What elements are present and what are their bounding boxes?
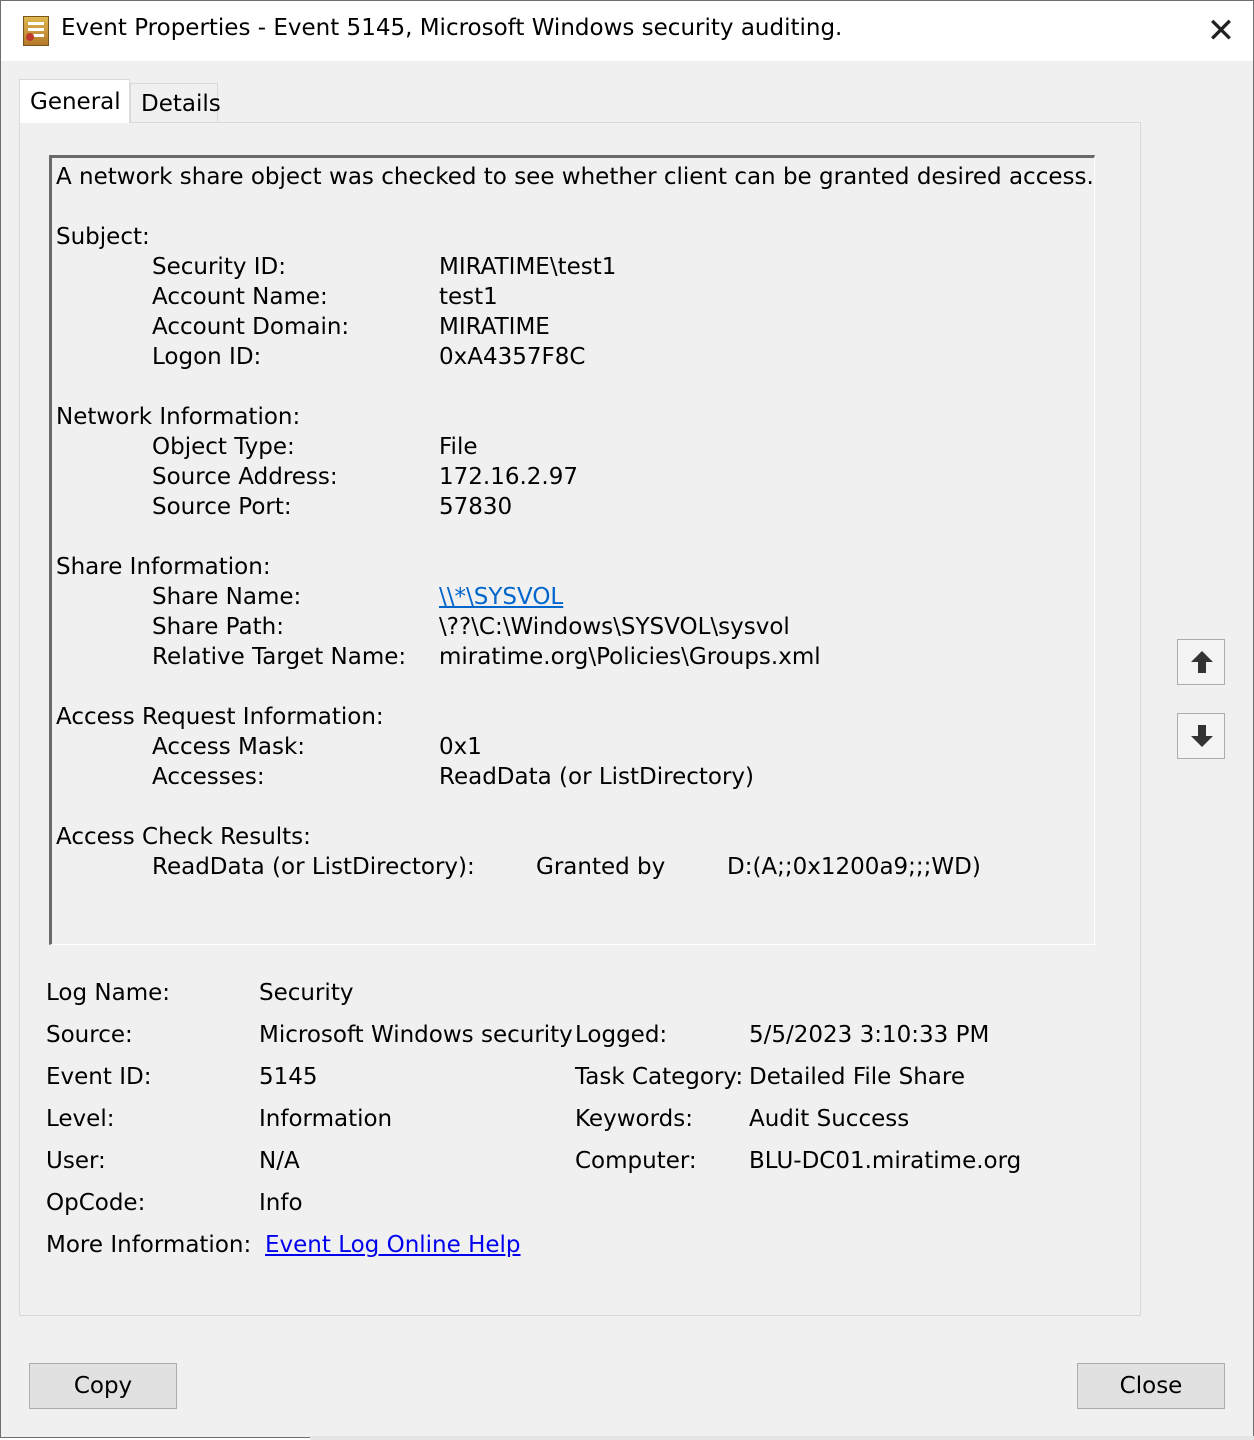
share-path-label: Share Path: [152, 614, 284, 640]
source-port-label: Source Port: [152, 494, 292, 520]
copy-button[interactable]: Copy [29, 1363, 177, 1409]
accesses-value: ReadData (or ListDirectory) [439, 764, 755, 790]
keywords-value: Audit Success [749, 1106, 910, 1132]
logged-value: 5/5/2023 3:10:33 PM [749, 1022, 990, 1048]
granted-by-sddl: D:(A;;0x1200a9;;;WD) [727, 854, 981, 880]
log-name-value: Security [259, 980, 354, 1006]
opcode-label: OpCode: [46, 1190, 146, 1216]
event-properties-window: Event Properties - Event 5145, Microsoft… [0, 0, 1254, 1438]
logged-label: Logged: [575, 1022, 668, 1048]
event-id-label: Event ID: [46, 1064, 152, 1090]
window-title: Event Properties - Event 5145, Microsoft… [61, 15, 843, 41]
source-label: Source: [46, 1022, 133, 1048]
event-id-value: 5145 [259, 1064, 318, 1090]
log-name-label: Log Name: [46, 980, 170, 1006]
share-heading: Share Information: [56, 554, 271, 580]
close-window-button[interactable]: ✕ [1199, 9, 1243, 53]
computer-label: Computer: [575, 1148, 697, 1174]
background-window-edge [310, 1436, 1254, 1440]
accesses-label: Accesses: [152, 764, 265, 790]
security-id-value: MIRATIME\test1 [439, 254, 617, 280]
network-heading: Network Information: [56, 404, 301, 430]
access-check-heading: Access Check Results: [56, 824, 311, 850]
arrow-down-icon [1191, 725, 1213, 747]
access-mask-label: Access Mask: [152, 734, 306, 760]
share-name-label: Share Name: [152, 584, 302, 610]
access-request-heading: Access Request Information: [56, 704, 384, 730]
user-value: N/A [259, 1148, 300, 1174]
keywords-label: Keywords: [575, 1106, 693, 1132]
source-address-value: 172.16.2.97 [439, 464, 578, 490]
opcode-value: Info [259, 1190, 303, 1216]
event-log-online-help-link[interactable]: Event Log Online Help [265, 1230, 521, 1260]
computer-value: BLU-DC01.miratime.org [749, 1148, 1022, 1174]
share-name-link[interactable]: \\*\SYSVOL [439, 582, 563, 612]
account-name-label: Account Name: [152, 284, 328, 310]
level-value: Information [259, 1106, 393, 1132]
relative-target-label: Relative Target Name: [152, 644, 407, 670]
task-category-value: Detailed File Share [749, 1064, 965, 1090]
access-mask-value: 0x1 [439, 734, 482, 760]
account-name-value: test1 [439, 284, 498, 310]
title-bar: Event Properties - Event 5145, Microsoft… [1, 1, 1253, 61]
logon-id-label: Logon ID: [152, 344, 262, 370]
security-id-label: Security ID: [152, 254, 287, 280]
account-domain-label: Account Domain: [152, 314, 350, 340]
task-category-label: Task Category: [575, 1064, 744, 1090]
object-type-value: File [439, 434, 478, 460]
object-type-label: Object Type: [152, 434, 295, 460]
logon-id-value: 0xA4357F8C [439, 344, 586, 370]
close-button[interactable]: Close [1077, 1363, 1225, 1409]
level-label: Level: [46, 1106, 115, 1132]
arrow-up-icon [1191, 651, 1213, 673]
source-port-value: 57830 [439, 494, 513, 520]
event-summary: A network share object was checked to se… [56, 164, 1094, 190]
event-log-icon [23, 16, 49, 46]
source-address-label: Source Address: [152, 464, 338, 490]
user-label: User: [46, 1148, 106, 1174]
previous-event-button[interactable] [1177, 639, 1225, 685]
relative-target-value: miratime.org\Policies\Groups.xml [439, 644, 821, 670]
more-information-label: More Information: [46, 1232, 252, 1258]
next-event-button[interactable] [1177, 713, 1225, 759]
granted-by-label: Granted by [536, 854, 666, 880]
tab-details[interactable]: Details [130, 83, 221, 123]
access-check-right: ReadData (or ListDirectory): [152, 854, 475, 880]
share-path-value: \??\C:\Windows\SYSVOL\sysvol [439, 614, 790, 640]
subject-heading: Subject: [56, 224, 150, 250]
tab-general[interactable]: General [19, 79, 130, 123]
account-domain-value: MIRATIME [439, 314, 550, 340]
source-value: Microsoft Windows security [259, 1022, 573, 1048]
